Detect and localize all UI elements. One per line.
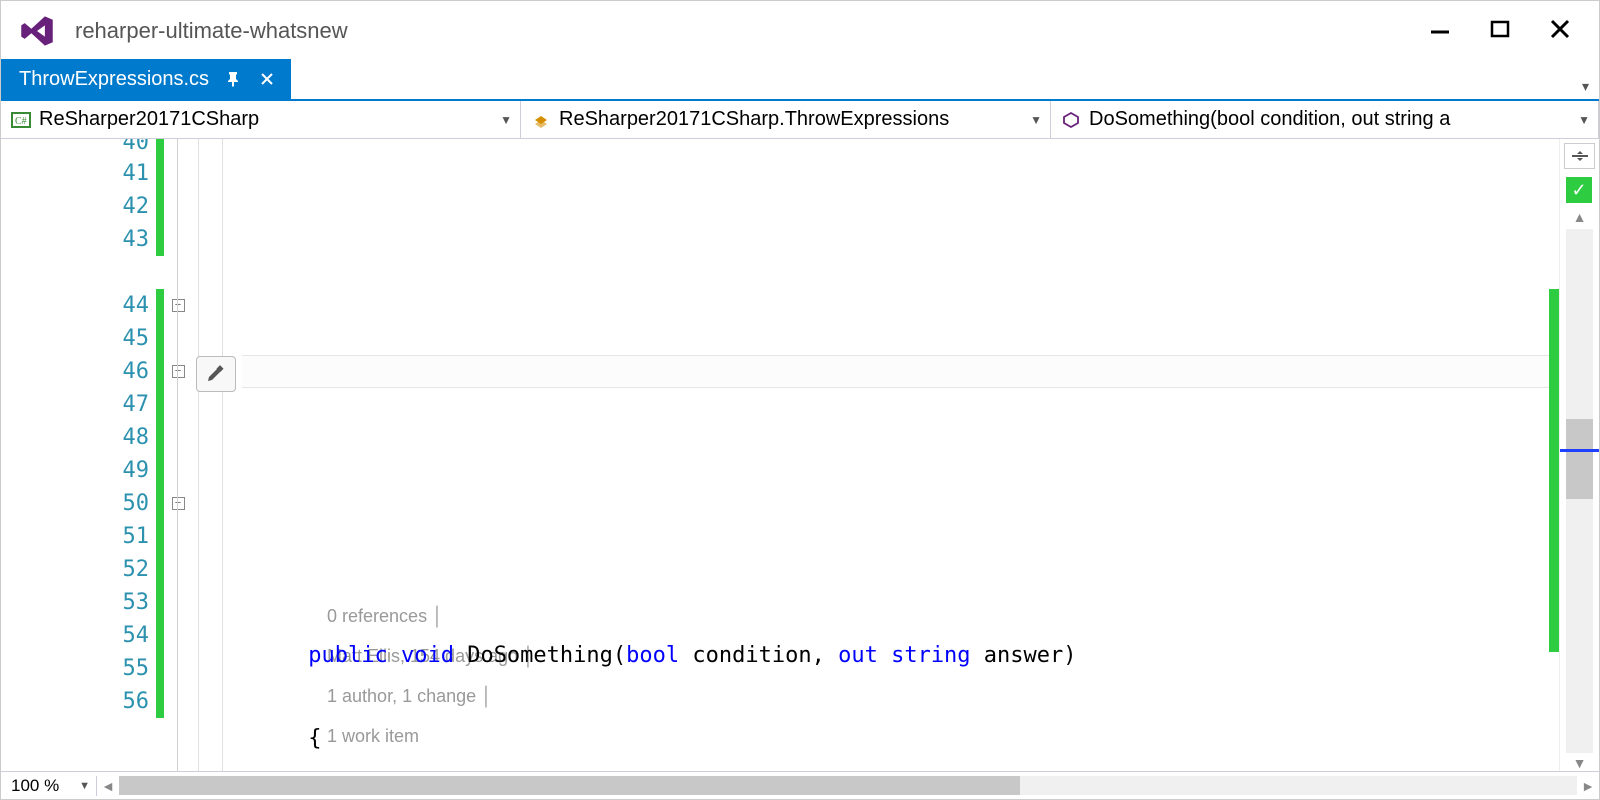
split-editor-icon[interactable] <box>1564 143 1595 169</box>
code-line[interactable]: public void DoSomething(bool condition, … <box>242 639 1549 672</box>
code-area[interactable]: 0 references │ Matt Ellis, 154 days ago … <box>242 139 1549 771</box>
line-number: 52 <box>1 553 151 586</box>
pin-icon[interactable] <box>223 71 243 87</box>
line-number: 42 <box>1 190 151 223</box>
status-ok-icon: ✓ <box>1566 177 1592 203</box>
chevron-down-icon: ▼ <box>1578 113 1590 127</box>
current-line-highlight <box>242 355 1549 388</box>
zoom-value: 100 % <box>11 776 59 796</box>
title-bar: reharper-ultimate-whatsnew <box>1 1 1599 61</box>
document-tab-label: ThrowExpressions.cs <box>19 68 209 91</box>
line-number: 51 <box>1 520 151 553</box>
vertical-scrollbar[interactable]: ✓ ▲ ▼ <box>1559 139 1599 771</box>
codelens-row[interactable]: 0 references │ Matt Ellis, 154 days ago … <box>242 556 1549 589</box>
chevron-down-icon: ▼ <box>500 113 512 127</box>
scrollbar-thumb[interactable] <box>1566 419 1593 499</box>
line-number: 48 <box>1 421 151 454</box>
line-number-gutter: 40 41 42 43 44 45 46 47 48 49 50 51 52 5… <box>1 139 156 771</box>
horizontal-scrollbar[interactable]: ◄ ► <box>97 772 1599 799</box>
line-number: 40 <box>1 139 151 157</box>
indent-guides <box>192 139 242 771</box>
line-number: 55 <box>1 652 151 685</box>
line-number: 54 <box>1 619 151 652</box>
member-dropdown[interactable]: DoSomething(bool condition, out string a… <box>1051 101 1599 138</box>
maximize-button[interactable] <box>1489 18 1511 44</box>
chevron-down-icon: ▼ <box>79 780 90 792</box>
editor-bottom-bar: 100 % ▼ ◄ ► <box>1 771 1599 799</box>
close-tab-icon[interactable] <box>257 72 277 86</box>
scroll-down-icon[interactable]: ▼ <box>1560 755 1599 771</box>
line-number: 47 <box>1 388 151 421</box>
scrollbar-thumb[interactable] <box>119 776 1020 795</box>
tab-overflow-button[interactable]: ▾ <box>1572 74 1599 99</box>
line-number: 43 <box>1 223 151 256</box>
method-icon <box>1061 110 1081 130</box>
line-number: 45 <box>1 322 151 355</box>
line-number: 49 <box>1 454 151 487</box>
fold-toggle-icon[interactable]: − <box>172 497 185 510</box>
scroll-left-icon[interactable]: ◄ <box>97 772 119 799</box>
code-line[interactable]: { <box>242 722 1549 755</box>
right-change-margin <box>1549 139 1559 771</box>
code-editor[interactable]: 40 41 42 43 44 45 46 47 48 49 50 51 52 5… <box>1 139 1599 771</box>
change-margin <box>156 139 164 771</box>
caret-marker <box>1560 449 1599 452</box>
project-dropdown[interactable]: C# ReSharper20171CSharp ▼ <box>1 101 521 138</box>
project-dropdown-label: ReSharper20171CSharp <box>39 108 492 131</box>
visual-studio-icon <box>19 13 55 49</box>
line-number: 41 <box>1 157 151 190</box>
class-dropdown-label: ReSharper20171CSharp.ThrowExpressions <box>559 108 1022 131</box>
line-number: 56 <box>1 685 151 718</box>
document-tab-active[interactable]: ThrowExpressions.cs <box>1 59 291 99</box>
member-dropdown-label: DoSomething(bool condition, out string a <box>1089 108 1570 131</box>
svg-text:C#: C# <box>15 116 27 127</box>
minimize-button[interactable] <box>1429 18 1451 44</box>
codelens-references[interactable]: 0 references <box>327 606 427 626</box>
class-dropdown[interactable]: ReSharper20171CSharp.ThrowExpressions ▼ <box>521 101 1051 138</box>
line-number: 53 <box>1 586 151 619</box>
codelens-authors[interactable]: 1 author, 1 change <box>327 686 476 706</box>
line-number: 46 <box>1 355 151 388</box>
line-number: 44 <box>1 289 151 322</box>
window-buttons <box>1429 18 1599 44</box>
line-number: 50 <box>1 487 151 520</box>
csharp-project-icon: C# <box>11 110 31 130</box>
navigation-bar: C# ReSharper20171CSharp ▼ ReSharper20171… <box>1 101 1599 139</box>
zoom-dropdown[interactable]: 100 % ▼ <box>1 776 97 796</box>
window-title: reharper-ultimate-whatsnew <box>75 18 348 44</box>
scroll-up-icon[interactable]: ▲ <box>1560 209 1599 225</box>
quick-action-hammer-icon[interactable] <box>196 356 236 392</box>
document-tab-strip: ThrowExpressions.cs ▾ <box>1 61 1599 101</box>
fold-toggle-icon[interactable]: − <box>172 299 185 312</box>
chevron-down-icon: ▼ <box>1030 113 1042 127</box>
close-button[interactable] <box>1549 18 1571 44</box>
class-icon <box>531 110 551 130</box>
scroll-right-icon[interactable]: ► <box>1577 772 1599 799</box>
fold-toggle-icon[interactable]: − <box>172 365 185 378</box>
outlining-margin[interactable]: − − − <box>164 139 192 771</box>
